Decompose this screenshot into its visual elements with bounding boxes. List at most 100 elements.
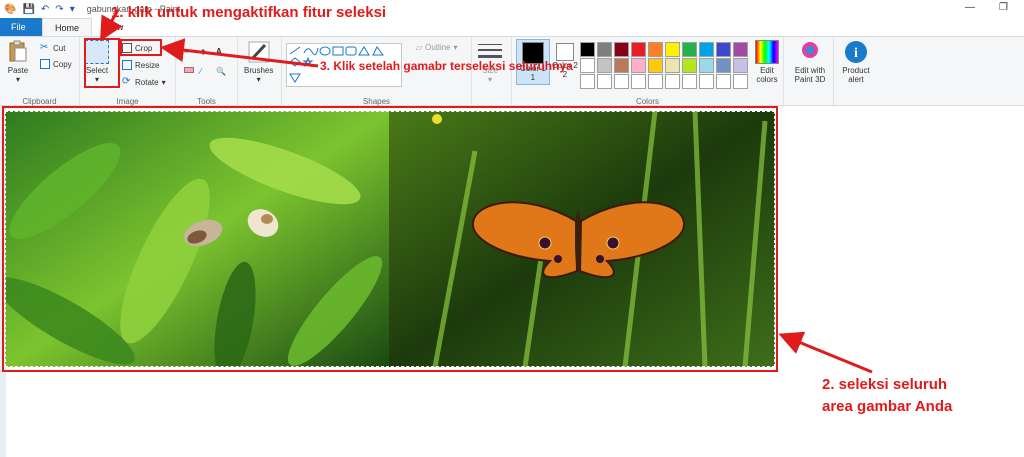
palette-swatch[interactable]: [716, 74, 731, 89]
save-icon[interactable]: 💾: [22, 4, 34, 15]
text-button[interactable]: A: [216, 47, 222, 56]
palette-swatch[interactable]: [631, 42, 646, 57]
undo-icon[interactable]: ↶: [41, 4, 49, 15]
resize-label: Resize: [135, 60, 160, 70]
palette-swatch[interactable]: [648, 42, 663, 57]
palette-swatch[interactable]: [699, 42, 714, 57]
copy-icon: [40, 59, 50, 69]
image-highlight-box: [2, 106, 778, 372]
cut-label: Cut: [53, 43, 66, 53]
palette-swatch[interactable]: [665, 74, 680, 89]
rotate-icon: ⟳: [122, 76, 131, 87]
tools-group: ✏ ◆ A ⁄ 🔍 Tools: [176, 37, 238, 107]
minimize-icon[interactable]: —: [965, 2, 975, 13]
outline-button[interactable]: ▱ Outline ▾: [416, 43, 458, 52]
paint3d-icon: [802, 42, 818, 58]
eraser-button[interactable]: [184, 67, 194, 73]
palette-swatch[interactable]: [580, 74, 595, 89]
palette-swatch[interactable]: [631, 74, 646, 89]
palette-swatch[interactable]: [665, 58, 680, 73]
eyedropper-icon: ⁄: [200, 67, 202, 76]
palette-swatch[interactable]: [648, 74, 663, 89]
chevron-down-icon: ▾: [487, 75, 492, 84]
restore-icon[interactable]: ❐: [999, 2, 1008, 13]
paint-app-icon: 🎨: [4, 3, 17, 15]
text-icon: A: [216, 47, 222, 56]
palette-swatch[interactable]: [682, 58, 697, 73]
select-highlight-box: [84, 38, 120, 88]
brushes-label: Brushes: [244, 66, 274, 75]
palette-swatch[interactable]: [614, 58, 629, 73]
window-controls: — ❐: [965, 2, 1008, 13]
cut-button[interactable]: ✂ Cut: [40, 43, 65, 53]
copy-button[interactable]: Copy: [40, 59, 72, 69]
chevron-down-icon: ▾: [453, 43, 458, 52]
step3-annotation: 3. Klik setelah gamabr terseleksi seluru…: [320, 59, 573, 73]
palette-swatch[interactable]: [580, 42, 595, 57]
edit-colors-button[interactable]: Edit colors: [752, 40, 782, 84]
bucket-icon: ◆: [200, 47, 207, 56]
scissors-icon: ✂: [40, 42, 49, 53]
palette-swatch[interactable]: [716, 58, 731, 73]
palette-swatch[interactable]: [699, 74, 714, 89]
quick-access-toolbar: 🎨 💾 ↶ ↷ ▾: [0, 4, 75, 15]
rotate-button[interactable]: ⟳ Rotate ▾: [122, 77, 166, 87]
shapes-group-label: Shapes: [362, 97, 391, 106]
brushes-group: Brushes ▾: [238, 37, 282, 107]
brushes-button[interactable]: Brushes ▾: [244, 40, 273, 84]
palette-swatch[interactable]: [699, 58, 714, 73]
pencil-button[interactable]: ✏: [184, 47, 191, 56]
palette-swatch[interactable]: [580, 58, 595, 73]
paste-button[interactable]: Paste ▾: [6, 40, 30, 84]
pencil-icon: ✏: [184, 47, 191, 56]
fill-button[interactable]: ◆: [200, 47, 206, 56]
palette-swatch[interactable]: [597, 58, 612, 73]
palette-swatch[interactable]: [716, 42, 731, 57]
tab-home[interactable]: Home: [42, 18, 93, 36]
rainbow-palette-icon: [755, 40, 779, 64]
outline-label: Outline: [425, 43, 451, 52]
product-alert-group: i Product alert: [834, 37, 878, 107]
color-picker-button[interactable]: ⁄: [200, 67, 201, 76]
image-group-label: Image: [116, 97, 139, 106]
palette-swatch[interactable]: [597, 42, 612, 57]
chevron-down-icon: ▾: [256, 75, 261, 84]
palette-swatch[interactable]: [682, 74, 697, 89]
resize-icon: [122, 60, 132, 70]
copy-label: Copy: [53, 59, 72, 69]
magnifier-button[interactable]: 🔍: [216, 67, 226, 76]
palette-swatch[interactable]: [665, 42, 680, 57]
tab-file[interactable]: File: [0, 18, 42, 36]
info-icon: i: [845, 41, 867, 63]
brush-icon: [248, 41, 270, 63]
palette-swatch[interactable]: [733, 74, 748, 89]
palette-swatch[interactable]: [733, 42, 748, 57]
magnifier-icon: 🔍: [216, 67, 226, 76]
colors-group-label: Colors: [635, 97, 660, 106]
palette-swatch[interactable]: [631, 58, 646, 73]
redo-icon[interactable]: ↷: [55, 4, 63, 15]
chevron-down-icon: ▾: [15, 75, 20, 84]
chevron-down-icon: ▾: [161, 77, 166, 87]
step2-annotation-line2: area gambar Anda: [822, 398, 953, 415]
palette-swatch[interactable]: [597, 74, 612, 89]
color-palette: [580, 42, 749, 89]
step1-annotation: 1. klik untuk mengaktifkan fitur seleksi: [111, 4, 387, 21]
palette-swatch[interactable]: [614, 42, 629, 57]
paint3d-group: Edit with Paint 3D: [784, 37, 834, 107]
resize-button[interactable]: Resize: [122, 60, 159, 70]
svg-text:i: i: [854, 46, 858, 61]
tools-group-label: Tools: [197, 97, 216, 106]
product-alert-button[interactable]: i Product alert: [838, 40, 874, 84]
paste-label: Paste: [7, 66, 29, 75]
step2-annotation-line1: 2. seleksi seluruh: [822, 376, 948, 393]
palette-swatch[interactable]: [614, 74, 629, 89]
outline-icon: ▱: [416, 43, 423, 52]
palette-swatch[interactable]: [682, 42, 697, 57]
edit-with-paint3d-button[interactable]: Edit with Paint 3D: [788, 40, 832, 84]
palette-swatch[interactable]: [733, 58, 748, 73]
product-alert-label: Product alert: [842, 66, 870, 84]
crop-highlight-box: [120, 39, 162, 56]
customize-dropdown-icon[interactable]: ▾: [70, 4, 75, 15]
palette-swatch[interactable]: [648, 58, 663, 73]
